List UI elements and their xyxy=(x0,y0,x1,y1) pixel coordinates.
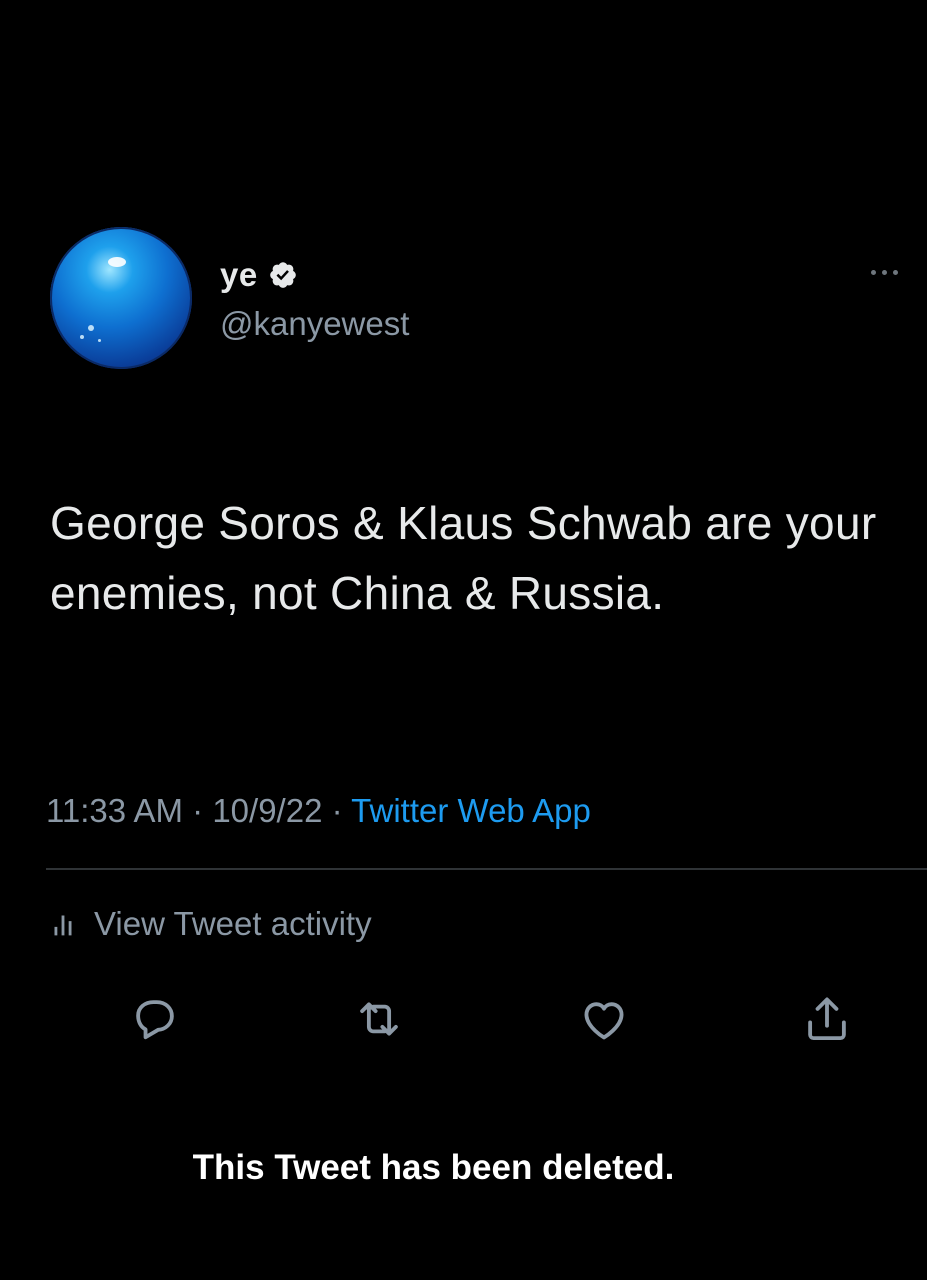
author-name-row[interactable]: ye xyxy=(220,255,298,295)
view-tweet-activity-button[interactable]: View Tweet activity xyxy=(46,900,372,948)
more-options-icon[interactable] xyxy=(862,262,906,282)
avatar[interactable] xyxy=(50,227,192,369)
tweet-card: ye @kanyewest George Soros & Klaus Schwa… xyxy=(0,0,927,1280)
more-dot xyxy=(892,269,898,275)
avatar-detail xyxy=(80,335,84,339)
meta-separator: · xyxy=(192,792,213,829)
divider xyxy=(46,868,927,870)
retweet-icon[interactable] xyxy=(352,992,406,1046)
meta-separator: · xyxy=(331,792,352,829)
verified-badge-icon xyxy=(269,262,296,288)
analytics-icon xyxy=(54,915,72,936)
tweet-date[interactable]: 10/9/22 xyxy=(212,792,322,829)
tweet-deleted-caption: This Tweet has been deleted. xyxy=(192,1148,675,1187)
tweet-time[interactable]: 11:33 AM xyxy=(46,792,183,829)
display-name[interactable]: ye xyxy=(220,256,258,294)
share-icon[interactable] xyxy=(800,992,854,1046)
tweet-meta: 11:33 AM · 10/9/22 · Twitter Web App xyxy=(46,792,591,830)
more-dot xyxy=(881,269,887,275)
author-handle[interactable]: @kanyewest xyxy=(220,305,409,343)
avatar-detail xyxy=(88,325,94,331)
tweet-source-link[interactable]: Twitter Web App xyxy=(351,792,591,829)
avatar-detail xyxy=(98,339,101,342)
view-tweet-activity-label: View Tweet activity xyxy=(94,905,372,942)
more-dot xyxy=(870,269,876,275)
heart-icon[interactable] xyxy=(577,992,631,1046)
avatar-highlight xyxy=(108,257,126,267)
reply-icon[interactable] xyxy=(128,992,182,1046)
tweet-text: George Soros & Klaus Schwab are your ene… xyxy=(50,497,877,619)
